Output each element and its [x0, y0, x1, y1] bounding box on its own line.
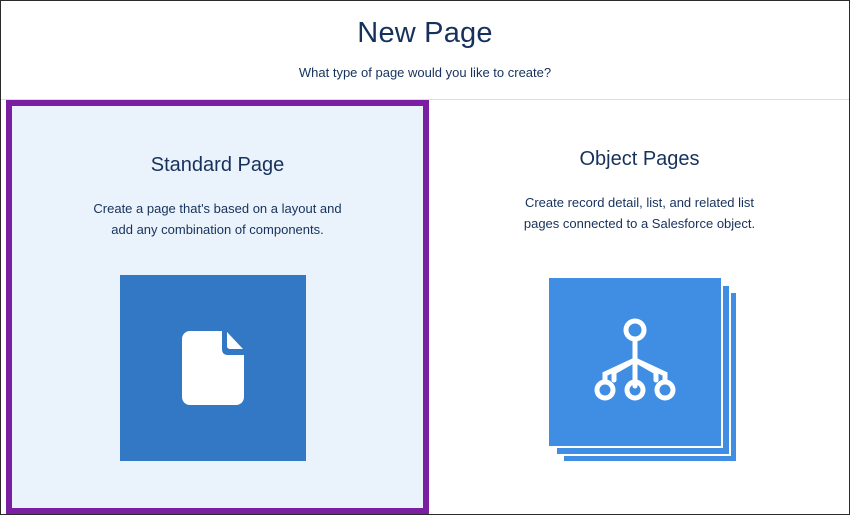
object-pages-description: Create record detail, list, and related …	[430, 192, 849, 234]
object-pages-title: Object Pages	[579, 148, 700, 170]
hierarchy-icon	[594, 318, 676, 401]
dialog-header: New Page What type of page would you lik…	[1, 1, 849, 100]
dialog-subtitle: What type of page would you like to crea…	[298, 65, 552, 80]
new-page-dialog: New Page What type of page would you lik…	[0, 0, 850, 515]
standard-page-option[interactable]: Standard Page Create a page that's based…	[6, 100, 429, 514]
document-icon	[182, 331, 244, 405]
object-pages-option[interactable]: Object Pages Create record detail, list,…	[430, 100, 849, 514]
standard-page-description: Create a page that's based on a layout a…	[12, 198, 423, 240]
standard-page-title: Standard Page	[150, 154, 285, 176]
stack-sheet-front	[547, 276, 723, 448]
standard-page-description-line: add any combination of components.	[111, 222, 324, 237]
standard-page-tile[interactable]	[120, 275, 306, 461]
standard-page-description-line: Create a page that's based on a layout a…	[93, 201, 342, 216]
dialog-title: New Page	[357, 17, 493, 49]
object-pages-tile-stack[interactable]	[547, 276, 738, 463]
object-pages-description-line: Create record detail, list, and related …	[524, 195, 755, 210]
object-pages-description-line: pages connected to a Salesforce object.	[523, 216, 756, 231]
